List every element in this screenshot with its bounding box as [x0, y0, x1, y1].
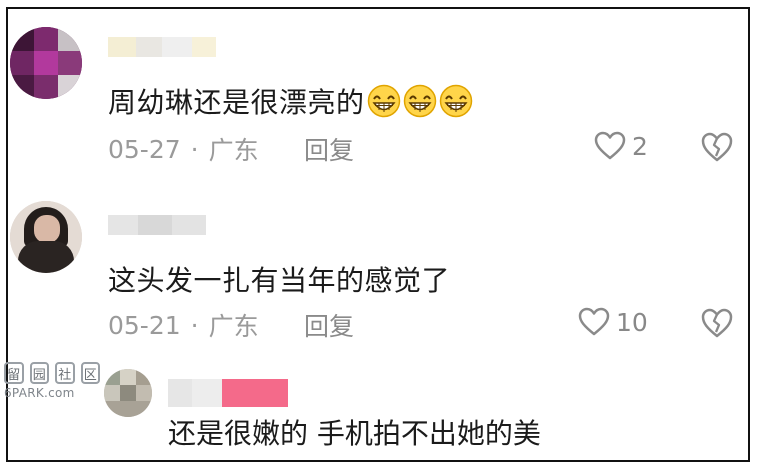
comment-text: 周幼琳还是很漂亮的: [108, 81, 473, 121]
grinning-emoji-icon: [403, 84, 436, 118]
comment-text: 还是很嫩的 手机拍不出她的美: [168, 417, 541, 450]
comment-meta: 05-21 · 广东: [108, 307, 259, 343]
grinning-emoji-icon: [367, 84, 400, 118]
avatar[interactable]: [10, 201, 82, 273]
reply-button[interactable]: 回复: [304, 131, 354, 167]
comment-text: 这头发一扎有当年的感觉了: [108, 264, 451, 297]
watermark-char: 留: [4, 362, 24, 384]
like-count: 10: [616, 307, 648, 337]
broken-heart-icon[interactable]: [700, 131, 734, 163]
comment-text-content: 周幼琳还是很漂亮的: [108, 86, 365, 119]
username-blurred[interactable]: [108, 37, 216, 57]
like-button[interactable]: 2: [594, 131, 648, 161]
heart-icon: [594, 131, 626, 160]
avatar[interactable]: [10, 27, 82, 99]
comment-location: 广东: [208, 136, 259, 165]
watermark-char: 社: [55, 362, 75, 384]
watermark-char: 区: [80, 362, 100, 384]
comment-meta: 05-27 · 广东: [108, 131, 259, 167]
grinning-emoji-icon: [439, 84, 472, 118]
heart-icon: [578, 307, 610, 336]
meta-separator: ·: [190, 310, 199, 340]
badge-blurred: [222, 379, 288, 407]
comment-location: 广东: [208, 312, 259, 341]
username-blurred[interactable]: [108, 215, 206, 235]
reply-button[interactable]: 回复: [304, 307, 354, 343]
username-blurred[interactable]: [168, 379, 288, 407]
comment-list-frame: 周幼琳还是很漂亮的 05-27 · 广东 回复 2 这头发一扎有当年的感觉了 0…: [6, 7, 750, 462]
broken-heart-icon[interactable]: [700, 307, 734, 339]
watermark: 留 园 社 区 6PARK.com: [4, 362, 100, 400]
watermark-char: 园: [29, 362, 49, 384]
avatar[interactable]: [104, 369, 152, 417]
comment-date: 05-27: [108, 134, 181, 164]
like-button[interactable]: 10: [578, 307, 648, 337]
comment-date: 05-21: [108, 310, 181, 340]
watermark-url: 6PARK.com: [4, 386, 75, 400]
meta-separator: ·: [190, 134, 199, 164]
like-count: 2: [632, 131, 648, 161]
